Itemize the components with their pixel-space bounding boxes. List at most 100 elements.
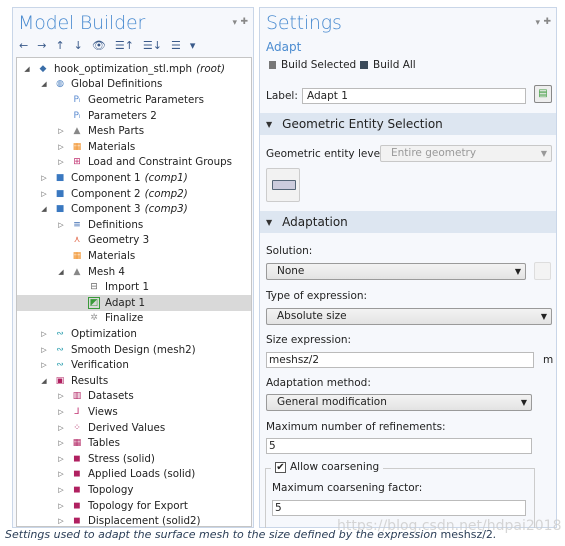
allow-coarsening-checkbox[interactable]: ✔ Allow coarsening — [271, 461, 384, 473]
collapsed-icon[interactable]: ▷ — [56, 221, 66, 229]
pin-icon[interactable]: ✚ — [543, 17, 551, 27]
collapsed-icon[interactable]: ▷ — [39, 361, 49, 369]
collapsed-icon[interactable]: ▷ — [56, 470, 66, 478]
tree-item[interactable]: ▷ ⅃ Views — [17, 404, 251, 420]
collapsed-icon[interactable]: ▷ — [56, 486, 66, 494]
collapsed-icon[interactable]: ▷ — [56, 424, 66, 432]
tree-item[interactable]: ▷ ◼ Applied Loads (solid) — [17, 467, 251, 483]
tree-item-label: Geometry 3 — [88, 234, 150, 247]
build-all-button[interactable]: Build All — [360, 59, 416, 71]
type-of-expression-select[interactable]: Absolute size ▼ — [266, 308, 552, 325]
tree-item[interactable]: ▷ ▥ Datasets — [17, 389, 251, 405]
chevron-down-icon: ▼ — [540, 312, 547, 321]
selection-toggle-button[interactable] — [266, 168, 300, 202]
collapsed-icon[interactable]: ▷ — [56, 517, 66, 525]
tree-item[interactable]: ◢ ▲ Mesh 4 — [17, 264, 251, 280]
toolbar-button[interactable]: ☰↓ — [143, 39, 162, 52]
collapse-icon: ▼ — [266, 217, 273, 227]
method-caption: Adaptation method: — [266, 377, 371, 389]
tree-item[interactable]: ▷ ◼ Displacement (solid2) — [17, 513, 251, 529]
tree-item[interactable]: ▦ Materials — [17, 248, 251, 264]
collapsed-icon[interactable]: ▷ — [56, 502, 66, 510]
label-edit-icon[interactable]: ▤ — [534, 85, 552, 103]
tree-item-label: Mesh 4 — [88, 265, 125, 278]
tree-item[interactable]: ✲ Finalize — [17, 311, 251, 327]
tree-item-label: Component 2 (comp2) — [71, 187, 188, 200]
tree-item[interactable]: ▷ ▦ Materials — [17, 139, 251, 155]
toolbar-button[interactable]: ▾ — [190, 39, 196, 52]
import-icon: ⊟ — [90, 282, 98, 293]
toolbar-button[interactable]: 👁 — [92, 39, 106, 52]
tree-item[interactable]: ▷ ∾ Optimization — [17, 326, 251, 342]
mesh-icon: ▲ — [73, 266, 81, 277]
tree-item[interactable]: ◢ ■ Component 3 (comp3) — [17, 201, 251, 217]
expanded-icon[interactable]: ◢ — [39, 80, 49, 88]
pin-icon[interactable]: ✚ — [240, 17, 248, 27]
toolbar-button[interactable]: ↓ — [74, 39, 83, 52]
collapsed-icon[interactable]: ▷ — [56, 127, 66, 135]
build-selected-button[interactable]: Build Selected — [269, 59, 356, 71]
collapsed-icon[interactable]: ▷ — [56, 143, 66, 151]
adaptation-method-select[interactable]: General modification ▼ — [266, 394, 532, 411]
toolbar-button[interactable]: → — [37, 39, 46, 52]
max-coarsening-factor-input[interactable]: 5 — [272, 500, 526, 516]
geom-level-select[interactable]: Entire geometry ▼ — [380, 145, 552, 162]
plot-group-icon: ◼ — [73, 516, 81, 527]
tree-item[interactable]: ▷ ⁘ Derived Values — [17, 420, 251, 436]
tree-item[interactable]: Pᵢ Geometric Parameters — [17, 92, 251, 108]
tree-item[interactable]: ▷ ■ Component 1 (comp1) — [17, 170, 251, 186]
section-adaptation[interactable]: ▼ Adaptation — [260, 211, 556, 233]
tree-item[interactable]: ▷ ⊞ Load and Constraint Groups — [17, 155, 251, 171]
tree-item[interactable]: ◢ ◍ Global Definitions — [17, 77, 251, 93]
toolbar-button[interactable]: ← — [19, 39, 28, 52]
tree-item[interactable]: ▷ ∾ Smooth Design (mesh2) — [17, 342, 251, 358]
tree-item[interactable]: ◢ ◆ hook_optimization_stl.mph (root) — [17, 61, 251, 77]
model-builder-panel: Model Builder ▾ ✚ ← → ↑ ↓ 👁 ☰↑ ☰↓ ☰ ▾ ◢ ◆ hook_opt… — [12, 7, 254, 528]
tree-item[interactable]: ▷ ▦ Tables — [17, 435, 251, 451]
collapsed-icon[interactable]: ▷ — [39, 190, 49, 198]
section-geometric-entity-selection[interactable]: ▼ Geometric Entity Selection — [260, 113, 556, 135]
collapsed-icon[interactable]: ▷ — [56, 439, 66, 447]
expanded-icon[interactable]: ◢ — [56, 268, 66, 276]
tree-item[interactable]: ▷ ≡ Definitions — [17, 217, 251, 233]
collapsed-icon[interactable]: ▷ — [39, 346, 49, 354]
expanded-icon[interactable]: ◢ — [39, 377, 49, 385]
tree-item[interactable]: ◢ ▣ Results — [17, 373, 251, 389]
max-refinements-input[interactable]: 5 — [266, 438, 532, 454]
toolbar-button[interactable]: ☰ — [171, 39, 181, 52]
solution-select[interactable]: None ▼ — [266, 263, 526, 280]
tree-item-label: Datasets — [88, 390, 134, 403]
toolbar-button[interactable]: ↑ — [55, 39, 64, 52]
tree-item[interactable]: ▷ ◼ Stress (solid) — [17, 451, 251, 467]
tree-item-label: Import 1 — [105, 281, 149, 294]
tree-item[interactable]: Pᵢ Parameters 2 — [17, 108, 251, 124]
menu-icon[interactable]: ▾ — [232, 18, 237, 28]
size-expression-input[interactable]: meshsz/2 — [266, 352, 534, 368]
tree-item[interactable]: ▷ ◼ Topology — [17, 482, 251, 498]
tree-item-label: Smooth Design (mesh2) — [71, 343, 196, 356]
mesh-icon: ▲ — [73, 126, 81, 137]
tree-item[interactable]: ▷ ■ Component 2 (comp2) — [17, 186, 251, 202]
expanded-icon[interactable]: ◢ — [39, 205, 49, 213]
label-input[interactable]: Adapt 1 — [302, 88, 526, 104]
tree-item[interactable]: ◩ Adapt 1 — [17, 295, 251, 311]
expanded-icon[interactable]: ◢ — [22, 65, 32, 73]
tree-item[interactable]: ▷ ◼ Topology for Export — [17, 498, 251, 514]
collapsed-icon[interactable]: ▷ — [56, 408, 66, 416]
toolbar-button[interactable]: ☰↑ — [115, 39, 134, 52]
tree-item[interactable]: ⊟ Import 1 — [17, 279, 251, 295]
collapsed-icon[interactable]: ▷ — [39, 174, 49, 182]
tree-item[interactable]: ▷ ▲ Mesh Parts — [17, 123, 251, 139]
solution-action-icon[interactable] — [534, 262, 551, 280]
coarsen-factor-caption: Maximum coarsening factor: — [272, 482, 423, 494]
component-icon: ■ — [55, 204, 65, 215]
optimization-icon: ∾ — [56, 344, 64, 355]
tree-item[interactable]: ⋏ Geometry 3 — [17, 233, 251, 249]
tree-item[interactable]: ▷ ∾ Verification — [17, 357, 251, 373]
collapsed-icon[interactable]: ▷ — [56, 392, 66, 400]
chevron-down-icon: ▼ — [540, 149, 547, 158]
collapsed-icon[interactable]: ▷ — [56, 455, 66, 463]
menu-icon[interactable]: ▾ — [535, 18, 540, 28]
collapsed-icon[interactable]: ▷ — [39, 330, 49, 338]
collapsed-icon[interactable]: ▷ — [56, 158, 66, 166]
